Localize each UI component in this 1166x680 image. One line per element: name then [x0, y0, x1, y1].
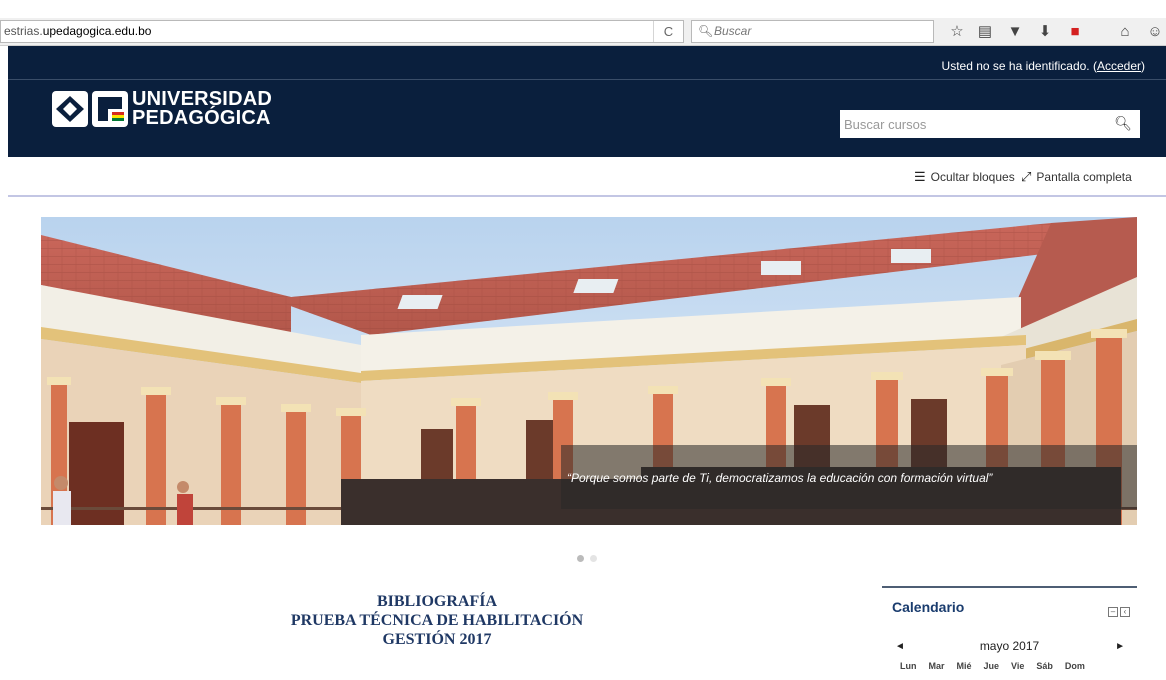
course-search: 🔍︎ [840, 110, 1140, 138]
next-month-button[interactable]: ► [1115, 641, 1125, 652]
url-host: upedagogica.edu.bo [42, 24, 152, 38]
flash-player-icon[interactable]: ■ [1064, 21, 1086, 43]
browser-search-input[interactable]: 🔍︎ Buscar [691, 20, 934, 43]
expand-icon: ⤢ [1021, 169, 1032, 184]
hide-blocks-button[interactable]: ☰ Ocultar bloques [914, 169, 1015, 185]
home-icon[interactable]: ⌂ [1114, 21, 1136, 43]
weekday-label: Lun [900, 661, 917, 671]
indent-icon: ☰ [914, 169, 926, 184]
login-link[interactable]: Acceder [1097, 59, 1141, 73]
dock-icon[interactable]: ‹ [1120, 607, 1130, 617]
slide-caption: “Porque somos parte de Ti, democratizamo… [561, 445, 1137, 509]
collapse-icon[interactable]: – [1108, 607, 1118, 617]
weekday-label: Dom [1064, 661, 1085, 671]
calendar-block: Calendario – ‹ ◄ mayo 2017 ► Lun Mar Mié Jue… [882, 586, 1137, 680]
search-icon: 🔍︎ [698, 24, 714, 38]
logo-line-2: PEDAGÓGICA [132, 107, 271, 129]
slider-dot-1[interactable] [577, 555, 584, 562]
address-bar[interactable]: estrias.upedagogica.edu.bo C [0, 20, 684, 43]
block-controls-bar: ☰ Ocultar bloques ⤢ Pantalla completa [8, 157, 1166, 197]
browser-toolbar: estrias.upedagogica.edu.bo C 🔍︎ Buscar ☆… [0, 18, 1166, 46]
weekday-label: Vie [1011, 661, 1025, 671]
course-search-input[interactable] [840, 110, 1100, 138]
weekday-label: Mar [928, 661, 945, 671]
weekday-label: Sáb [1036, 661, 1053, 671]
fullscreen-button[interactable]: ⤢ Pantalla completa [1021, 169, 1132, 185]
bibliography-heading: BIBLIOGRAFÍA PRUEBA TÉCNICA DE HABILITAC… [237, 592, 637, 649]
calendar-month-label[interactable]: mayo 2017 [882, 639, 1137, 653]
site-header: Usted no se ha identificado. (Acceder) U… [8, 46, 1166, 157]
search-icon[interactable]: 🔍︎ [1114, 115, 1132, 132]
heading-line-1: BIBLIOGRAFÍA [376, 593, 498, 610]
weekday-label: Jue [983, 661, 1000, 671]
slide-caption-text: “Porque somos parte de Ti, democratizamo… [567, 471, 993, 485]
heading-line-2: PRUEBA TÉCNICA DE HABILITACIÓN [290, 612, 584, 629]
weekday-label: Mié [956, 661, 972, 671]
calendar-block-controls: – ‹ [1106, 601, 1130, 619]
fullscreen-label: Pantalla completa [1036, 170, 1132, 184]
download-icon[interactable]: ⬇ [1034, 21, 1056, 43]
login-info: Usted no se ha identificado. (Acceder) [942, 59, 1145, 73]
calendar-title: Calendario [892, 599, 965, 615]
login-close-paren: ) [1141, 59, 1145, 73]
url-prefix: estrias. [4, 24, 43, 38]
university-logo[interactable]: UNIVERSIDAD PEDAGÓGICA [52, 89, 272, 133]
logo-mark-icon [52, 91, 128, 127]
bookmark-star-icon[interactable]: ☆ [946, 21, 968, 43]
sync-icon[interactable]: ☺ [1144, 21, 1166, 43]
heading-line-3: GESTIÓN 2017 [382, 631, 492, 648]
login-status-text: Usted no se ha identificado. ( [941, 59, 1097, 73]
login-bar: Usted no se ha identificado. (Acceder) [8, 46, 1166, 80]
browser-search-placeholder: Buscar [714, 24, 752, 38]
pocket-icon[interactable]: ▼ [1004, 21, 1026, 43]
image-slider[interactable]: “Porque somos parte de Ti, democratizamo… [41, 217, 1137, 525]
calendar-weekday-header: Lun Mar Mié Jue Vie Sáb Dom [900, 661, 1097, 671]
reading-list-icon[interactable]: ▤ [974, 21, 996, 43]
slider-dot-2[interactable] [590, 555, 597, 562]
slider-pagination [577, 549, 603, 567]
hide-blocks-label: Ocultar bloques [930, 170, 1015, 184]
reload-icon[interactable]: C [653, 21, 683, 42]
logo-text: UNIVERSIDAD PEDAGÓGICA [132, 89, 272, 129]
